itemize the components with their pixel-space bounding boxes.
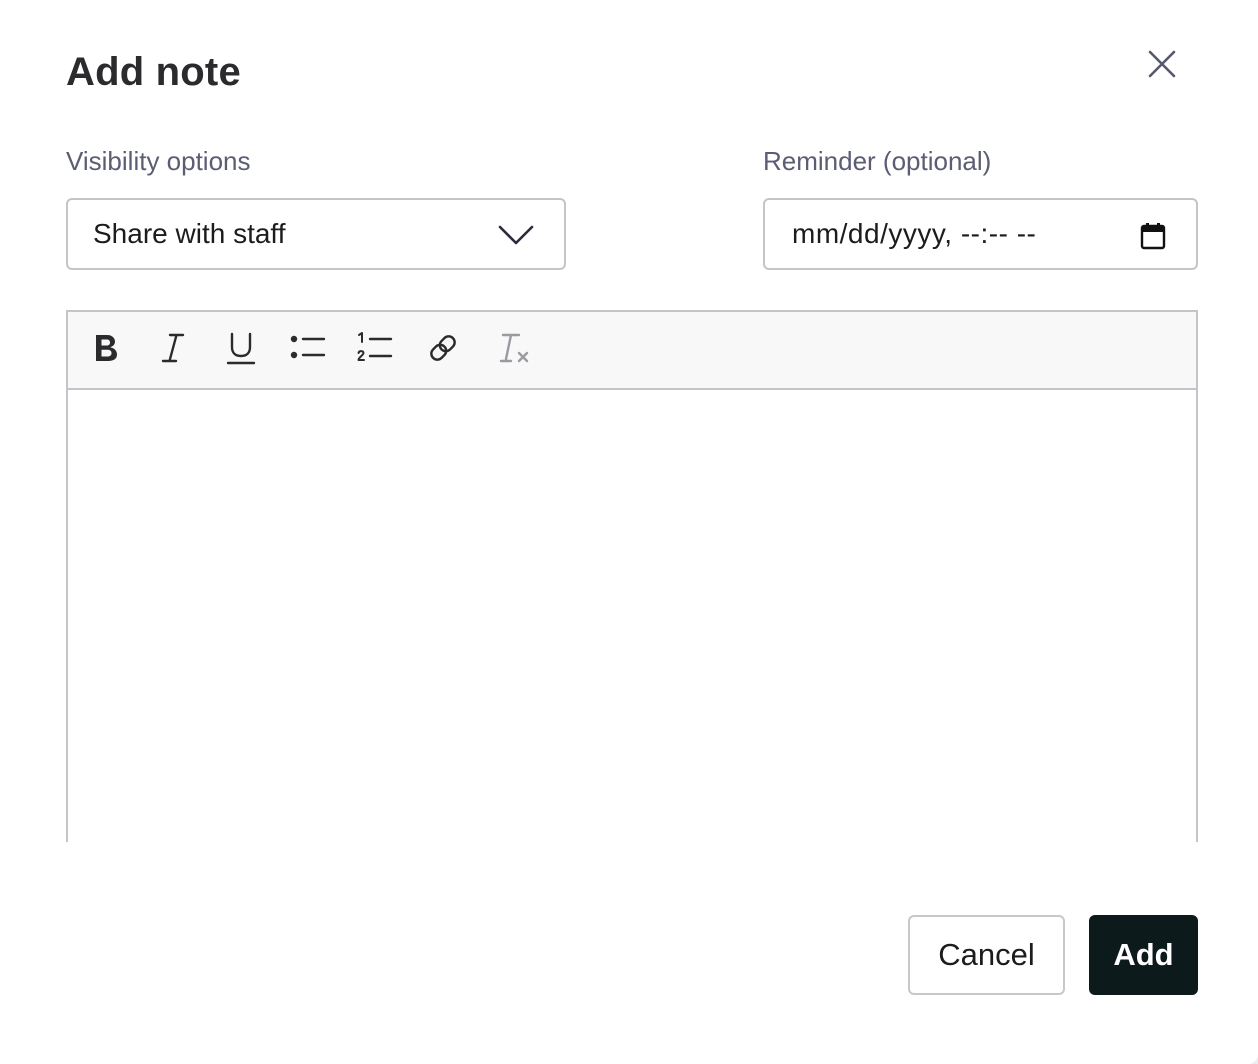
- bold-icon: [91, 331, 121, 370]
- clear-formatting-button[interactable]: [493, 330, 533, 370]
- add-note-dialog: Add note Visibility options Reminder (op…: [0, 0, 1258, 1064]
- editor-content-area[interactable]: [68, 390, 1196, 842]
- link-button[interactable]: [423, 330, 463, 370]
- visibility-selected-value: Share with staff: [93, 218, 286, 249]
- bullet-list-icon: [289, 333, 327, 368]
- chevron-down-icon: [498, 222, 534, 254]
- underline-icon: [226, 331, 256, 370]
- add-button[interactable]: Add: [1089, 915, 1198, 995]
- numbered-list-icon: [356, 331, 394, 370]
- reminder-datetime-input[interactable]: mm/dd/yyyy, --:-- --: [763, 198, 1198, 270]
- note-editor: [66, 310, 1198, 842]
- editor-toolbar: [68, 312, 1196, 390]
- clear-formatting-icon: [495, 331, 531, 370]
- dialog-title: Add note: [66, 50, 241, 94]
- reminder-label: Reminder (optional): [763, 146, 992, 176]
- bold-button[interactable]: [86, 330, 126, 370]
- close-button[interactable]: [1142, 46, 1182, 86]
- bullet-list-button[interactable]: [288, 330, 328, 370]
- reminder-placeholder: mm/dd/yyyy, --:-- --: [792, 218, 1037, 249]
- italic-icon: [158, 331, 188, 370]
- numbered-list-button[interactable]: [355, 330, 395, 370]
- cancel-button[interactable]: Cancel: [908, 915, 1065, 995]
- calendar-icon[interactable]: [1140, 222, 1166, 257]
- link-icon: [426, 331, 460, 370]
- close-icon: [1147, 49, 1177, 84]
- underline-button[interactable]: [221, 330, 261, 370]
- visibility-label: Visibility options: [66, 146, 251, 176]
- visibility-select[interactable]: Share with staff: [66, 198, 566, 270]
- italic-button[interactable]: [153, 330, 193, 370]
